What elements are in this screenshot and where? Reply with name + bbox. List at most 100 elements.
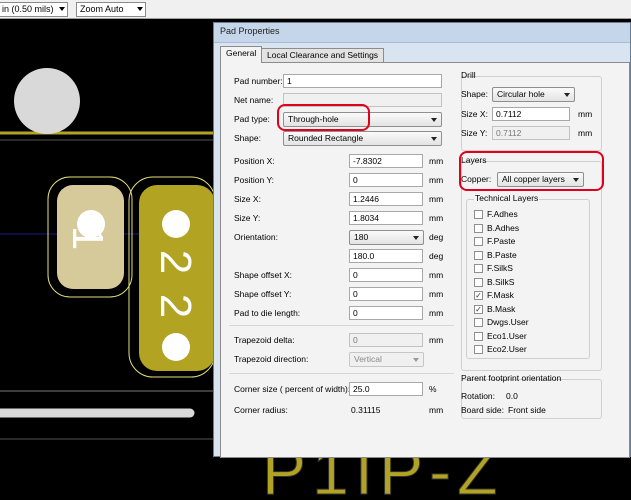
pad-number-label: Pad number: [234,76,283,86]
shape-dropdown[interactable]: Rounded Rectangle [283,131,442,146]
shape-offset-x-field[interactable]: 0 [349,268,423,282]
chevron-down-icon [413,358,419,362]
corner-size-field[interactable]: 25.0 [349,382,423,396]
trapezoid-delta-field[interactable]: 0 [349,333,423,347]
layer-checkbox-row[interactable]: Eco2.User [474,344,564,357]
position-y-label: Position Y: [234,175,275,185]
tab-general[interactable]: General [220,46,263,63]
top-toolbar: in (0.50 mils) Zoom Auto [0,0,631,19]
layer-checkbox-row[interactable]: ✓ F.Mask [474,290,564,303]
corner-radius-value: 0.31115 [351,405,381,415]
pcb-canvas[interactable]: 1 2 2 [0,19,215,500]
drill-shape-value: Circular hole [497,89,545,99]
checkbox[interactable] [474,264,483,273]
layer-label: F.SilkS [487,263,513,273]
drill-size-x-unit: mm [578,109,593,119]
layer-checkbox-row[interactable]: B.Adhes [474,223,564,236]
chevron-down-icon [564,93,570,97]
pad-to-die-unit: mm [429,308,444,318]
layer-checkbox-row[interactable]: B.SilkS [474,277,564,290]
trapezoid-direction-label: Trapezoid direction: [234,354,309,364]
drill-size-y-label: Size Y: [461,128,488,138]
layer-checkbox-row[interactable]: F.Paste [474,236,564,249]
divider [229,325,454,326]
checkbox[interactable] [474,318,483,327]
position-x-label: Position X: [234,156,275,166]
size-y-field[interactable]: 1.8034 [349,211,423,225]
shape-offset-y-label: Shape offset Y: [234,289,292,299]
checkbox[interactable] [474,237,483,246]
drill-shape-label: Shape: [461,89,488,99]
highlight-pad-type [277,104,370,131]
orientation-value-field[interactable]: 180.0 [349,249,423,263]
zoom-select-value: Zoom Auto [80,4,124,14]
size-y-unit: mm [429,213,444,223]
chevron-down-icon [431,137,437,141]
divider [229,373,454,374]
drill-size-y-field[interactable]: 0.7112 [492,126,570,140]
shape-offset-x-unit: mm [429,270,444,280]
layer-label: B.Paste [487,249,517,260]
board-side-value: Front side [508,405,546,415]
drill-size-y-unit: mm [578,128,593,138]
parent-footprint-title: Parent footprint orientation [461,373,562,383]
layer-checkbox-row[interactable]: F.SilkS [474,263,564,276]
rotation-value: 0.0 [506,391,518,401]
drill-shape-dropdown[interactable]: Circular hole [492,87,575,102]
pad2-number-label-2: 2 [151,293,200,319]
tab-local-clearance[interactable]: Local Clearance and Settings [261,48,385,62]
grid-select[interactable]: in (0.50 mils) [0,2,68,17]
pad-to-die-field[interactable]: 0 [349,306,423,320]
checkbox-checked[interactable]: ✓ [474,304,483,314]
size-x-label: Size X: [234,194,261,204]
checkbox-checked[interactable]: ✓ [474,291,483,300]
orientation-value: 180 [354,232,369,242]
drill-size-x-label: Size X: [461,109,488,119]
position-y-field[interactable]: 0 [349,173,423,187]
shape-offset-y-field[interactable]: 0 [349,287,423,301]
pad2-drill-hole-lower [162,333,190,361]
layer-checkbox-row[interactable]: ✓ B.Mask [474,304,564,317]
pad2-number-label: 2 [151,249,200,275]
orientation-dropdown[interactable]: 180 [349,230,424,245]
orientation-value-unit: deg [429,251,444,261]
size-y-label: Size Y: [234,213,261,223]
grid-select-value: in (0.50 mils) [2,4,54,14]
checkbox[interactable] [474,223,483,233]
pad-type-label: Pad type: [234,114,270,124]
highlight-copper-layers [459,151,604,191]
pad-properties-dialog: Pad Properties General Local Clearance a… [213,22,631,458]
pad-number-field[interactable]: 1 [283,74,442,88]
shape-label: Shape: [234,133,261,143]
chevron-down-icon [431,118,437,122]
shape-value: Rounded Rectangle [288,133,364,143]
shape-offset-y-unit: mm [429,289,444,299]
corner-size-unit: % [429,384,437,394]
checkbox[interactable] [474,277,483,287]
layer-checkbox-row[interactable]: F.Adhes [474,209,564,222]
corner-radius-unit: mm [429,405,444,415]
size-x-unit: mm [429,194,444,204]
dialog-titlebar: Pad Properties [214,23,630,43]
layer-checkbox-row[interactable]: B.Paste [474,249,564,263]
position-y-unit: mm [429,175,444,185]
rotation-label: Rotation: [461,391,496,401]
checkbox[interactable] [474,331,483,341]
layer-checkbox-row[interactable]: Eco1.User [474,330,564,344]
checkbox[interactable] [474,210,483,219]
layer-label: Eco1.User [487,330,527,341]
position-x-field[interactable]: -7.8302 [349,154,423,168]
layer-checkbox-row[interactable]: Dwgs.User [474,317,564,330]
layer-label: Eco2.User [487,344,527,354]
drill-size-x-field[interactable]: 0.7112 [492,107,570,121]
zoom-select[interactable]: Zoom Auto [76,2,146,17]
corner-radius-label: Corner radius: [234,405,288,415]
chevron-down-icon [59,7,65,11]
checkbox[interactable] [474,345,483,354]
checkbox[interactable] [474,250,483,260]
layer-label: F.Paste [487,236,516,246]
size-x-field[interactable]: 1.2446 [349,192,423,206]
trapezoid-direction-dropdown[interactable]: Vertical [349,352,424,367]
dialog-title: Pad Properties [220,26,280,36]
trapezoid-direction-value: Vertical [354,354,382,364]
